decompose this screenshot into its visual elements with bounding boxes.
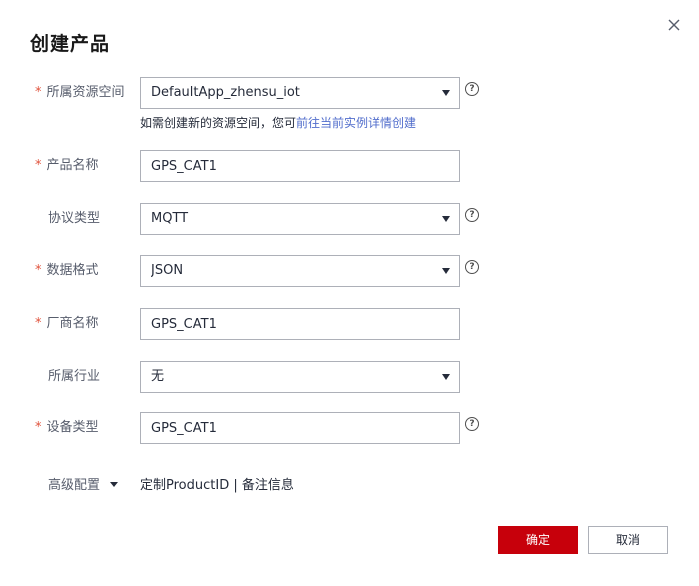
help-circle-icon[interactable]: ? (465, 260, 479, 274)
product-name-input[interactable] (140, 150, 460, 182)
vendor-name-label-text: 厂商名称 (46, 316, 99, 331)
advanced-config-description: 定制ProductID | 备注信息 (140, 478, 294, 493)
row-industry: 所属行业 无 (0, 361, 699, 393)
chevron-down-icon (442, 90, 450, 96)
industry-select[interactable]: 无 (140, 361, 460, 393)
industry-value: 无 (151, 369, 165, 384)
row-vendor-name: * 厂商名称 (0, 308, 699, 340)
chevron-down-icon (442, 216, 450, 222)
row-protocol: 协议类型 MQTT ? (0, 203, 699, 235)
chevron-down-icon (442, 268, 450, 274)
device-type-label-text: 设备类型 (46, 420, 99, 435)
vendor-name-label: * 厂商名称 (35, 308, 99, 340)
required-mark: * (35, 158, 42, 173)
data-format-select[interactable]: JSON (140, 255, 460, 287)
chevron-down-icon (110, 482, 119, 487)
data-format-label: * 数据格式 (35, 255, 99, 287)
device-type-label: * 设备类型 (35, 412, 99, 444)
resource-space-label-text: 所属资源空间 (46, 85, 125, 100)
resource-space-create-link[interactable]: 前往当前实例详情创建 (296, 116, 416, 130)
row-product-name: * 产品名称 (0, 150, 699, 182)
row-device-type: * 设备类型 ? (0, 412, 699, 444)
industry-label: 所属行业 (48, 369, 101, 384)
help-circle-icon[interactable]: ? (465, 82, 479, 96)
dialog-title: 创建产品 (30, 33, 111, 55)
create-product-dialog: 创建产品 * 所属资源空间 DefaultApp_zhensu_iot ? 如需创… (0, 0, 699, 586)
confirm-button[interactable]: 确定 (498, 526, 578, 554)
device-type-input[interactable] (140, 412, 460, 444)
close-icon[interactable] (663, 14, 685, 36)
advanced-config-label: 高级配置 (48, 478, 101, 493)
protocol-value: MQTT (151, 211, 189, 226)
vendor-name-input[interactable] (140, 308, 460, 340)
product-name-label: * 产品名称 (35, 150, 99, 182)
resource-space-value: DefaultApp_zhensu_iot (151, 85, 300, 100)
data-format-label-text: 数据格式 (46, 263, 99, 278)
chevron-down-icon (442, 374, 450, 380)
required-mark: * (35, 85, 42, 100)
resource-space-select[interactable]: DefaultApp_zhensu_iot (140, 77, 460, 109)
row-data-format: * 数据格式 JSON ? (0, 255, 699, 287)
cancel-button[interactable]: 取消 (588, 526, 668, 554)
data-format-value: JSON (151, 263, 184, 278)
resource-space-label: * 所属资源空间 (35, 77, 125, 109)
help-circle-icon[interactable]: ? (465, 417, 479, 431)
resource-space-hint: 如需创建新的资源空间，您可前往当前实例详情创建 (140, 114, 416, 131)
protocol-label: 协议类型 (48, 211, 101, 226)
product-name-label-text: 产品名称 (46, 158, 99, 173)
required-mark: * (35, 420, 42, 435)
help-circle-icon[interactable]: ? (465, 208, 479, 222)
required-mark: * (35, 316, 42, 331)
resource-space-hint-text: 如需创建新的资源空间，您可 (140, 116, 297, 130)
row-resource-space: * 所属资源空间 DefaultApp_zhensu_iot ? (0, 77, 699, 109)
required-mark: * (35, 263, 42, 278)
advanced-config-toggle[interactable]: 高级配置 (48, 474, 119, 493)
protocol-select[interactable]: MQTT (140, 203, 460, 235)
